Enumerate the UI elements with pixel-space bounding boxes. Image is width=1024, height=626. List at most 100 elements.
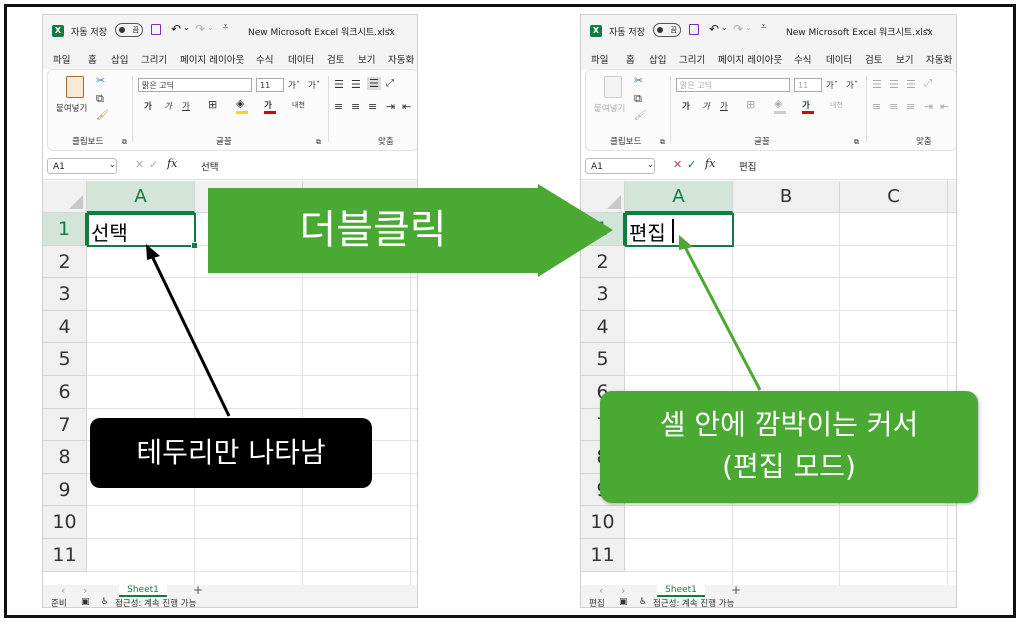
redo-dropdown-icon[interactable]: ⌄ xyxy=(745,23,752,32)
accessibility-icon[interactable]: ♿ xyxy=(639,597,647,607)
copy-icon[interactable]: ⧉ xyxy=(96,92,104,106)
sheet-tab-sheet1[interactable]: Sheet1 xyxy=(657,583,705,597)
shrink-font-button[interactable]: 가ˇ xyxy=(846,79,858,91)
row-header-10[interactable]: 10 xyxy=(43,506,87,539)
undo-icon[interactable]: ↶ xyxy=(171,22,181,36)
add-sheet-icon[interactable]: + xyxy=(731,583,741,597)
bold-button[interactable]: 가 xyxy=(682,100,690,112)
filename-chevron-icon[interactable]: ⌄ xyxy=(924,23,932,34)
customize-qat-icon[interactable]: ⩡ xyxy=(761,22,766,32)
underline-button[interactable]: 가 xyxy=(182,100,190,112)
worksheet-grid[interactable]: 1110987654321 A B C 편집 xyxy=(581,181,956,585)
next-sheet-icon[interactable]: › xyxy=(621,584,625,597)
align-bottom-icon[interactable]: ☰ xyxy=(367,77,381,90)
grow-font-button[interactable]: 가ˆ xyxy=(288,79,300,91)
tab-review[interactable]: 검토 xyxy=(865,52,882,66)
column-header-c[interactable]: C xyxy=(840,181,948,213)
align-left-icon[interactable]: ≡ xyxy=(334,100,343,113)
tab-formulas[interactable]: 수식 xyxy=(794,52,811,66)
borders-icon[interactable]: ⊞ xyxy=(746,98,755,111)
indent-icon[interactable]: ⇥ xyxy=(924,100,933,113)
outdent-icon[interactable]: ⇤ xyxy=(402,100,411,113)
cancel-entry-icon[interactable]: ✕ xyxy=(673,158,682,171)
formula-input[interactable]: 편집 xyxy=(739,159,756,173)
italic-button[interactable]: 가 xyxy=(164,100,172,112)
tab-data[interactable]: 데이터 xyxy=(288,52,314,66)
cancel-entry-icon[interactable]: ✕ xyxy=(135,158,144,171)
align-left-icon[interactable]: ≡ xyxy=(872,100,881,113)
tab-file[interactable]: 파일 xyxy=(591,52,608,66)
row-header-11[interactable]: 11 xyxy=(581,539,625,572)
macro-record-icon[interactable]: ▣ xyxy=(81,597,90,607)
font-launcher-icon[interactable]: ⧉ xyxy=(316,138,321,147)
italic-button[interactable]: 가 xyxy=(702,100,710,112)
macro-record-icon[interactable]: ▣ xyxy=(619,597,628,607)
name-box[interactable]: A1 xyxy=(47,158,117,174)
insert-function-icon[interactable]: fx xyxy=(167,157,177,170)
indent-icon[interactable]: ⇥ xyxy=(386,100,395,113)
format-painter-icon[interactable]: 🖌 xyxy=(634,110,647,121)
paste-label[interactable]: 붙여넣기 xyxy=(594,102,625,114)
tab-insert[interactable]: 삽입 xyxy=(649,52,666,66)
namebox-chevron-icon[interactable]: ⌄ xyxy=(109,160,116,169)
column-header-a[interactable]: A xyxy=(87,181,195,213)
file-name[interactable]: New Microsoft Excel 워크시트.xlsx xyxy=(786,25,933,38)
row-header-6[interactable]: 6 xyxy=(43,376,87,409)
font-color-button[interactable]: 가 xyxy=(802,99,810,111)
clipboard-launcher-icon[interactable]: ⧉ xyxy=(660,138,665,147)
tab-review[interactable]: 검토 xyxy=(327,52,344,66)
align-top-icon[interactable]: ☰ xyxy=(872,78,882,91)
align-top-icon[interactable]: ☰ xyxy=(334,78,344,91)
cut-icon[interactable]: ✂ xyxy=(634,74,643,87)
tab-page-layout[interactable]: 페이지 레이아웃 xyxy=(718,52,782,66)
align-right-icon[interactable]: ≡ xyxy=(368,100,377,113)
formula-input[interactable]: 선택 xyxy=(201,159,218,173)
column-header-a[interactable]: A xyxy=(625,181,733,213)
fill-handle[interactable] xyxy=(191,242,198,249)
redo-dropdown-icon[interactable]: ⌄ xyxy=(207,23,214,32)
row-header-5[interactable]: 5 xyxy=(43,343,87,376)
align-middle-icon[interactable]: ☰ xyxy=(351,78,361,91)
file-name[interactable]: New Microsoft Excel 워크시트.xlsx xyxy=(248,25,395,38)
phonetic-button[interactable]: 내천 xyxy=(292,100,305,110)
copy-icon[interactable]: ⧉ xyxy=(634,92,642,106)
customize-qat-icon[interactable]: ⩡ xyxy=(223,22,228,32)
select-all-corner[interactable] xyxy=(43,181,87,213)
align-bottom-icon[interactable]: ☰ xyxy=(906,78,916,91)
paste-icon[interactable] xyxy=(604,76,622,98)
align-center-icon[interactable]: ≡ xyxy=(351,100,360,113)
column-header-b[interactable]: B xyxy=(733,181,840,213)
row-header-5[interactable]: 5 xyxy=(581,343,625,376)
fill-color-icon[interactable]: ◈ xyxy=(236,97,244,110)
tab-home[interactable]: 홈 xyxy=(625,52,636,71)
font-size-select[interactable]: 11 xyxy=(256,78,284,92)
undo-dropdown-icon[interactable]: ⌄ xyxy=(721,23,728,32)
namebox-chevron-icon[interactable]: ⌄ xyxy=(647,160,654,169)
sheet-tab-sheet1[interactable]: Sheet1 xyxy=(119,583,167,597)
bold-button[interactable]: 가 xyxy=(144,100,152,112)
tab-draw[interactable]: 그리기 xyxy=(141,52,167,66)
cut-icon[interactable]: ✂ xyxy=(96,74,105,87)
align-right-icon[interactable]: ≡ xyxy=(906,100,915,113)
prev-sheet-icon[interactable]: ‹ xyxy=(599,584,603,597)
row-header-4[interactable]: 4 xyxy=(43,310,87,344)
prev-sheet-icon[interactable]: ‹ xyxy=(61,584,65,597)
font-color-button[interactable]: 가 xyxy=(264,99,272,111)
clipboard-launcher-icon[interactable]: ⧉ xyxy=(122,138,127,147)
enter-entry-icon[interactable]: ✓ xyxy=(687,158,696,171)
tab-data[interactable]: 데이터 xyxy=(826,52,852,66)
tab-draw[interactable]: 그리기 xyxy=(679,52,705,66)
accessibility-icon[interactable]: ♿ xyxy=(101,597,109,607)
name-box[interactable]: A1 xyxy=(585,158,655,174)
undo-icon[interactable]: ↶ xyxy=(709,22,719,36)
row-header-9[interactable]: 9 xyxy=(43,473,87,507)
underline-button[interactable]: 가 xyxy=(720,100,728,112)
tab-home[interactable]: 홈 xyxy=(87,52,98,71)
align-middle-icon[interactable]: ☰ xyxy=(889,78,899,91)
accessibility-status[interactable]: 접근성: 계속 진행 가능 xyxy=(115,597,196,607)
phonetic-button[interactable]: 내천 xyxy=(830,100,843,110)
redo-icon[interactable]: ↷ xyxy=(733,22,743,36)
tab-view[interactable]: 보기 xyxy=(358,52,375,66)
tab-view[interactable]: 보기 xyxy=(896,52,913,66)
font-name-select[interactable]: 맑은 고딕 xyxy=(138,78,252,92)
